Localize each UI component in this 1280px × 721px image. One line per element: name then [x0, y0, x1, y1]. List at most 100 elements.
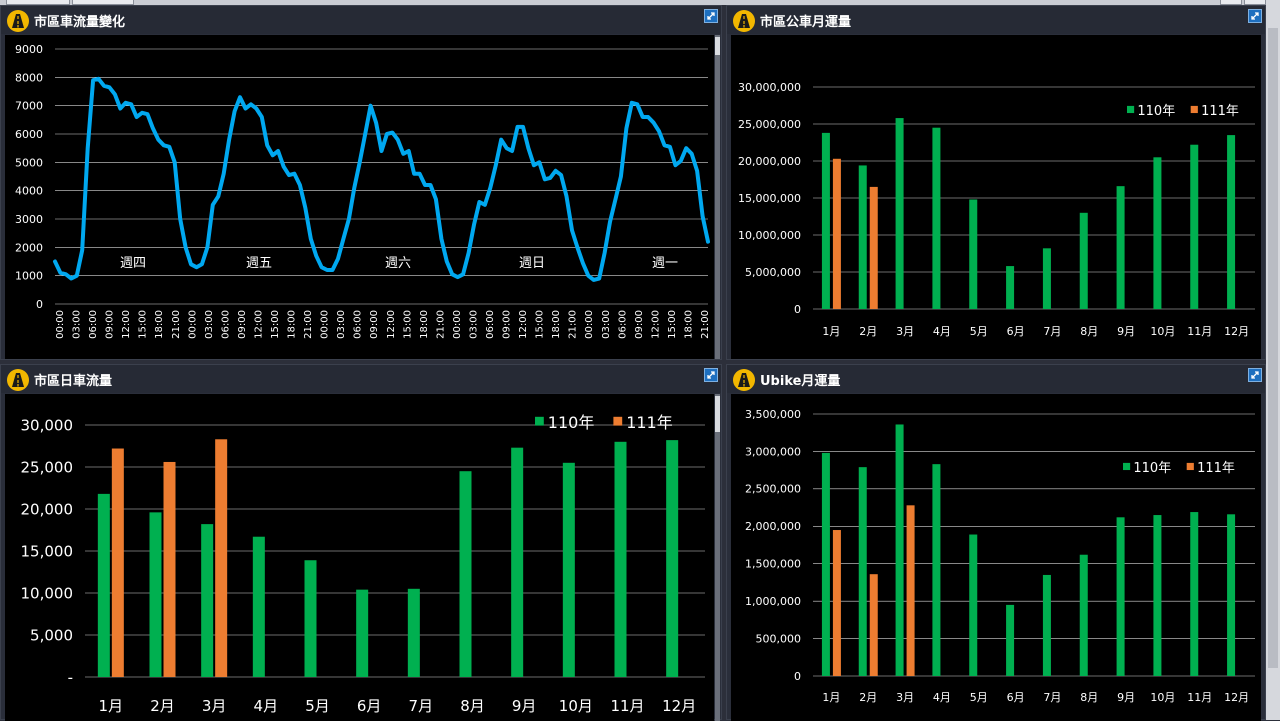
bar-110: [1153, 515, 1162, 676]
y-tick-label: 1,000,000: [745, 595, 801, 608]
x-tick-label: 12月: [1224, 691, 1249, 704]
y-tick-label: 500,000: [756, 632, 802, 645]
legend-label: 111年: [1197, 461, 1235, 476]
legend-label: 111年: [1201, 104, 1239, 119]
y-tick-label: 0: [794, 670, 801, 683]
y-tick-label: 3,500,000: [745, 408, 801, 421]
y-tick-label: 25,000: [21, 458, 74, 476]
bar-110: [1079, 212, 1088, 309]
x-tick-label: 21:00: [700, 310, 711, 339]
legend-swatch: [1127, 105, 1135, 114]
y-tick-label: 8000: [15, 71, 43, 84]
bar-110: [1227, 514, 1236, 676]
bar-110: [1190, 144, 1199, 309]
page-scrollbar[interactable]: [1266, 0, 1280, 720]
road-icon: [733, 369, 755, 391]
x-tick-label: 15:00: [138, 310, 149, 339]
expand-icon[interactable]: [1248, 9, 1262, 23]
x-tick-label: 09:00: [105, 310, 116, 339]
bar-110: [932, 464, 941, 676]
bar-111: [906, 505, 915, 676]
panel-title: 市區日車流量: [34, 374, 113, 389]
bar-110: [969, 199, 978, 309]
x-tick-label: 6月: [1007, 325, 1025, 338]
x-tick-label: 18:00: [551, 310, 562, 339]
expand-icon[interactable]: [1248, 368, 1262, 382]
y-tick-label: 2,000,000: [745, 520, 801, 533]
day-label: 週四: [120, 256, 146, 271]
panel-header: 市區公車月運量: [727, 6, 1265, 34]
x-tick-label: 18:00: [683, 310, 694, 339]
expand-icon[interactable]: [704, 9, 718, 23]
x-tick-label: 10月: [1150, 325, 1175, 338]
x-tick-label: 12:00: [121, 310, 132, 339]
bar-111: [163, 461, 176, 677]
x-tick-label: 5月: [970, 325, 988, 338]
x-tick-label: 4月: [254, 697, 279, 715]
x-tick-label: 12:00: [386, 310, 397, 339]
legend-label: 110年: [1137, 104, 1175, 119]
x-tick-label: 15:00: [402, 310, 413, 339]
bar-110: [895, 118, 904, 309]
x-tick-label: 03:00: [468, 310, 479, 339]
x-tick-label: 00:00: [584, 310, 595, 339]
panel-daily-traffic: 市區日車流量 - 5,000 10,000 15,000 20,000 25,000 30,…: [0, 364, 722, 721]
bar-111: [869, 186, 878, 309]
bar-110: [1079, 554, 1088, 676]
x-tick-label: 06:00: [220, 310, 231, 339]
y-tick-label: 6000: [15, 128, 43, 141]
bar-110: [969, 534, 978, 676]
y-tick-label: 30,000: [21, 416, 74, 434]
chart-svg: 0 5,000,000 10,000,000 15,000,000 20,000,000…: [738, 81, 1255, 338]
road-icon: [7, 369, 29, 391]
bar-110: [1116, 517, 1125, 676]
bar-110: [1227, 135, 1236, 309]
expand-icon[interactable]: [704, 368, 718, 382]
x-tick-label: 21:00: [435, 310, 446, 339]
x-tick-label: 21:00: [171, 310, 182, 339]
y-tick-label: 2000: [15, 241, 43, 254]
x-tick-label: 18:00: [419, 310, 430, 339]
x-tick-label: 11月: [1187, 691, 1212, 704]
bar-110: [252, 536, 265, 677]
y-tick-label: 30,000,000: [738, 81, 801, 94]
bar-111: [832, 530, 841, 676]
x-tick-label: 3月: [896, 325, 914, 338]
bar-110: [858, 165, 867, 309]
x-tick-label: 09:00: [502, 310, 513, 339]
bar-110: [932, 127, 941, 309]
x-tick-label: 4月: [933, 325, 951, 338]
legend-swatch: [1123, 462, 1131, 471]
chart-svg: -5,00010,00015,00020,00025,00030,00035,0…: [21, 413, 705, 715]
panel-scrollbar[interactable]: [715, 35, 720, 359]
bar-110: [821, 132, 830, 309]
panel-scrollbar[interactable]: [715, 394, 720, 721]
bar-110: [614, 441, 627, 677]
x-tick-label: 06:00: [353, 310, 364, 339]
bar-110: [356, 589, 369, 677]
x-tick-label: 00:00: [55, 310, 66, 339]
panel-ubike-monthly: Ubike月運量 0 500,000 1,000,000 1,500,000 2,000…: [726, 364, 1266, 721]
x-tick-label: 12月: [662, 697, 696, 715]
x-tick-label: 1月: [99, 697, 124, 715]
day-label: 週六: [385, 256, 411, 271]
x-tick-label: 9月: [1117, 325, 1135, 338]
y-tick-label: 7000: [15, 100, 43, 113]
x-tick-label: 06:00: [617, 310, 628, 339]
bar-110: [1042, 248, 1051, 309]
x-tick-label: 2月: [150, 697, 175, 715]
panel-title: Ubike月運量: [760, 374, 841, 389]
y-tick-label: 10,000,000: [738, 229, 801, 242]
day-label: 週五: [246, 256, 272, 271]
x-tick-label: 00:00: [187, 310, 198, 339]
x-tick-label: 15:00: [535, 310, 546, 339]
x-tick-label: 18:00: [287, 310, 298, 339]
y-tick-label: 10,000: [21, 584, 74, 602]
x-tick-label: 9月: [1117, 691, 1135, 704]
x-tick-label: 06:00: [88, 310, 99, 339]
x-tick-label: 8月: [460, 697, 485, 715]
bar-110: [201, 524, 214, 677]
x-tick-label: 11月: [1187, 325, 1212, 338]
x-tick-label: 8月: [1080, 325, 1098, 338]
x-tick-label: 03:00: [204, 310, 215, 339]
